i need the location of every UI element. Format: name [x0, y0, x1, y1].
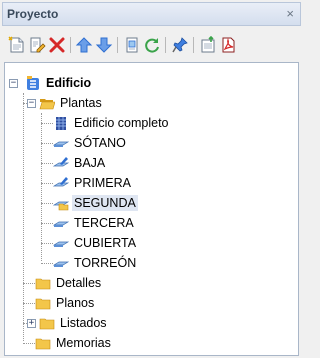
- tree-node-label: TORREÓN: [74, 256, 137, 270]
- tree-connector: [41, 113, 42, 261]
- tree-node-plantas[interactable]: Plantas: [39, 93, 104, 113]
- tree-connector: [23, 343, 35, 344]
- tree-node-label: Detalles: [56, 276, 102, 290]
- floor-slab-icon: [53, 141, 69, 147]
- edit-document-icon[interactable]: [28, 36, 46, 54]
- toolbar-separator: [193, 37, 194, 53]
- move-down-icon[interactable]: [95, 36, 113, 54]
- building-grid-icon: [56, 117, 66, 130]
- floor-slab-icon: [53, 261, 69, 267]
- tree-connector: [41, 243, 53, 244]
- panel-titlebar: Proyecto ×: [2, 2, 301, 26]
- floor-edit-icon: [53, 157, 69, 167]
- tree-node-label: BAJA: [74, 156, 106, 170]
- delete-icon[interactable]: [48, 36, 66, 54]
- refresh-icon[interactable]: [143, 36, 161, 54]
- tree-node-label: Planos: [56, 296, 95, 310]
- tree-node-label: SÓTANO: [74, 136, 126, 150]
- tree-node-edificio-completo[interactable]: Edificio completo: [53, 113, 171, 133]
- tree-node-torreon[interactable]: TORREÓN: [53, 253, 138, 273]
- open-folder-icon: [39, 99, 55, 110]
- folder-icon: [35, 338, 51, 350]
- tree-node-label: CUBIERTA: [74, 236, 137, 250]
- tree-connector: [23, 303, 35, 304]
- toolbar-separator: [70, 37, 71, 53]
- tree-node-primera[interactable]: PRIMERA: [53, 173, 133, 193]
- toolbar-separator: [165, 37, 166, 53]
- folder-icon: [35, 298, 51, 310]
- move-up-icon[interactable]: [75, 36, 93, 54]
- tree-node-edificio[interactable]: Edificio: [25, 73, 93, 93]
- panel-title: Proyecto: [7, 7, 59, 21]
- close-icon[interactable]: ×: [286, 6, 294, 21]
- page-setup-icon[interactable]: [123, 36, 141, 54]
- tree-connector: [41, 183, 53, 184]
- tree-node-cubierta[interactable]: CUBIERTA: [53, 233, 138, 253]
- tree-node-detalles[interactable]: Detalles: [35, 273, 103, 293]
- tree-node-planos[interactable]: Planos: [35, 293, 96, 313]
- tree-connector: [41, 123, 53, 124]
- tree-node-label: PRIMERA: [74, 176, 131, 190]
- collapse-plantas-toggle[interactable]: −: [27, 99, 36, 108]
- floor-folder-icon: [53, 201, 69, 211]
- floor-slab-icon: [53, 241, 69, 247]
- import-icon[interactable]: [199, 35, 217, 54]
- pin-icon[interactable]: [171, 36, 189, 54]
- tree-node-label: Edificio: [46, 76, 92, 90]
- tree-node-segunda[interactable]: SEGUNDA: [53, 193, 138, 213]
- tree-node-label: SEGUNDA: [72, 195, 138, 211]
- project-panel: Proyecto × − Edificio − Plantas Edificio…: [0, 0, 303, 358]
- tree-node-baja[interactable]: BAJA: [53, 153, 107, 173]
- floor-slab-icon: [53, 221, 69, 227]
- toolbar-separator: [117, 37, 118, 53]
- new-document-icon[interactable]: [8, 36, 26, 54]
- tree-node-sotano[interactable]: SÓTANO: [53, 133, 128, 153]
- tree-node-label: TERCERA: [74, 216, 134, 230]
- tree-node-label: Edificio completo: [74, 116, 169, 130]
- tree-node-label: Memorias: [56, 336, 111, 350]
- pdf-icon[interactable]: [219, 36, 237, 54]
- tree-connector: [41, 163, 53, 164]
- tree-connector: [41, 223, 53, 224]
- tree-connector: [41, 143, 53, 144]
- building-icon: [27, 76, 39, 90]
- folder-icon: [39, 318, 55, 330]
- tree-node-memorias[interactable]: Memorias: [35, 333, 113, 353]
- tree-node-label: Listados: [60, 316, 107, 330]
- tree-connector: [23, 283, 35, 284]
- tree-connector: [41, 203, 53, 204]
- collapse-root-toggle[interactable]: −: [9, 79, 18, 88]
- folder-icon: [35, 278, 51, 290]
- tree-connector: [41, 263, 53, 264]
- tree-node-listados[interactable]: Listados: [39, 313, 109, 333]
- tree-node-tercera[interactable]: TERCERA: [53, 213, 136, 233]
- toolbar: [4, 30, 299, 60]
- expand-listados-toggle[interactable]: +: [27, 319, 36, 328]
- project-tree: − Edificio − Plantas Edificio completo S…: [4, 62, 299, 356]
- tree-node-label: Plantas: [60, 96, 102, 110]
- floor-edit-icon: [53, 177, 69, 187]
